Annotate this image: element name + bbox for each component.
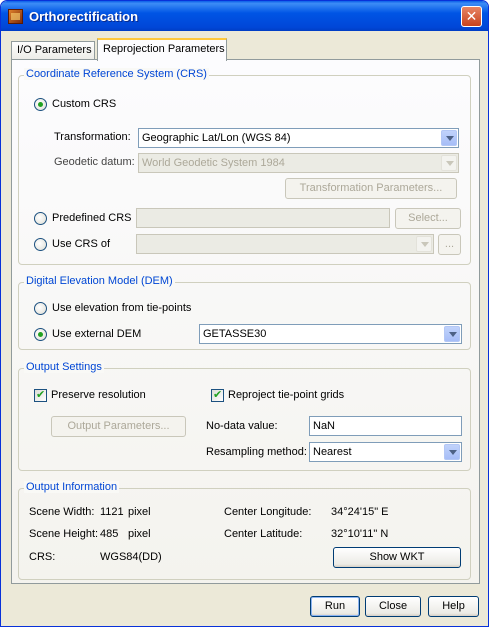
use-crs-of-label: Use CRS of — [52, 238, 111, 250]
output-information-title: Output Information — [24, 481, 120, 493]
use-tiepoint-elevation-label: Use elevation from tie-points — [52, 302, 192, 314]
geodetic-datum-label: Geodetic datum: — [54, 156, 135, 168]
no-data-value-field[interactable]: NaN — [309, 416, 462, 436]
output-parameters-button[interactable]: Output Parameters... — [51, 416, 186, 437]
resampling-method-label: Resampling method: — [206, 446, 307, 458]
custom-crs-label: Custom CRS — [52, 98, 117, 110]
orthorectification-dialog: Orthorectification ✕ I/O Parameters Repr… — [0, 0, 489, 627]
external-dem-select[interactable]: GETASSE30 — [199, 324, 462, 344]
chevron-down-icon[interactable] — [441, 130, 457, 146]
resampling-method-value: Nearest — [313, 446, 352, 458]
chevron-down-icon — [441, 155, 457, 171]
use-crs-of-radio[interactable] — [34, 238, 47, 251]
scene-height-label: Scene Height: — [29, 528, 99, 540]
use-external-dem-label: Use external DEM — [52, 328, 142, 340]
output-information-group: Output Information Scene Width: 1121 pix… — [18, 481, 471, 580]
scene-height-value: 485 — [100, 528, 119, 540]
preserve-resolution-checkbox[interactable] — [34, 388, 47, 402]
use-tiepoint-elevation-radio[interactable] — [34, 302, 47, 315]
crs-group-title: Coordinate Reference System (CRS) — [24, 68, 209, 80]
output-settings-title: Output Settings — [24, 361, 104, 373]
scene-width-value: 1121 — [100, 506, 124, 518]
scene-height-unit: pixel — [128, 528, 151, 540]
predefined-crs-field[interactable] — [136, 208, 390, 228]
external-dem-value: GETASSE30 — [203, 328, 267, 340]
crs-group: Coordinate Reference System (CRS) Custom… — [18, 68, 471, 265]
crs-info-value: WGS84(DD) — [100, 551, 162, 563]
title-bar[interactable]: Orthorectification ✕ — [1, 1, 488, 31]
tab-io-parameters[interactable]: I/O Parameters — [11, 41, 95, 60]
crs-info-label: CRS: — [29, 551, 56, 563]
geodetic-datum-select[interactable]: World Geodetic System 1984 — [138, 153, 459, 173]
predefined-crs-radio[interactable] — [34, 212, 47, 225]
transformation-parameters-button[interactable]: Transformation Parameters... — [285, 178, 457, 199]
resampling-method-select[interactable]: Nearest — [309, 442, 462, 462]
reproject-tiepoints-checkbox[interactable] — [211, 388, 224, 402]
browse-product-button[interactable]: ... — [438, 234, 461, 255]
use-external-dem-radio[interactable] — [34, 328, 47, 341]
center-latitude-label: Center Latitude: — [224, 528, 303, 540]
chevron-down-icon[interactable] — [444, 444, 460, 460]
preserve-resolution-label: Preserve resolution — [51, 389, 146, 401]
dem-group-title: Digital Elevation Model (DEM) — [24, 275, 175, 287]
chevron-down-icon[interactable] — [444, 326, 460, 342]
center-latitude-value: 32°10'11" N — [331, 528, 389, 540]
reprojection-panel: Coordinate Reference System (CRS) Custom… — [11, 59, 480, 584]
close-window-button[interactable]: ✕ — [461, 6, 482, 27]
dem-group: Digital Elevation Model (DEM) Use elevat… — [18, 275, 471, 350]
no-data-value-label: No-data value: — [206, 420, 278, 432]
tab-reprojection-parameters[interactable]: Reprojection Parameters — [97, 38, 227, 61]
help-button[interactable]: Help — [428, 596, 479, 617]
close-icon: ✕ — [465, 8, 478, 24]
transformation-label: Transformation: — [54, 131, 131, 143]
chevron-down-icon — [416, 236, 432, 252]
scene-width-label: Scene Width: — [29, 506, 95, 518]
center-longitude-value: 34°24'15" E — [331, 506, 389, 518]
reproject-tiepoints-label: Reproject tie-point grids — [228, 389, 345, 401]
output-settings-group: Output Settings Preserve resolution Repr… — [18, 361, 471, 471]
transformation-select[interactable]: Geographic Lat/Lon (WGS 84) — [138, 128, 459, 148]
select-crs-button[interactable]: Select... — [395, 208, 461, 229]
show-wkt-button[interactable]: Show WKT — [333, 547, 461, 568]
center-longitude-label: Center Longitude: — [224, 506, 312, 518]
transformation-value: Geographic Lat/Lon (WGS 84) — [142, 132, 291, 144]
scene-width-unit: pixel — [128, 506, 151, 518]
use-crs-of-select[interactable] — [136, 234, 434, 254]
predefined-crs-label: Predefined CRS — [52, 212, 132, 224]
close-button[interactable]: Close — [365, 596, 421, 617]
geodetic-datum-value: World Geodetic System 1984 — [142, 157, 285, 169]
window-title: Orthorectification — [29, 9, 139, 24]
run-button[interactable]: Run — [310, 596, 360, 617]
app-icon — [8, 9, 23, 24]
custom-crs-radio[interactable] — [34, 98, 47, 111]
